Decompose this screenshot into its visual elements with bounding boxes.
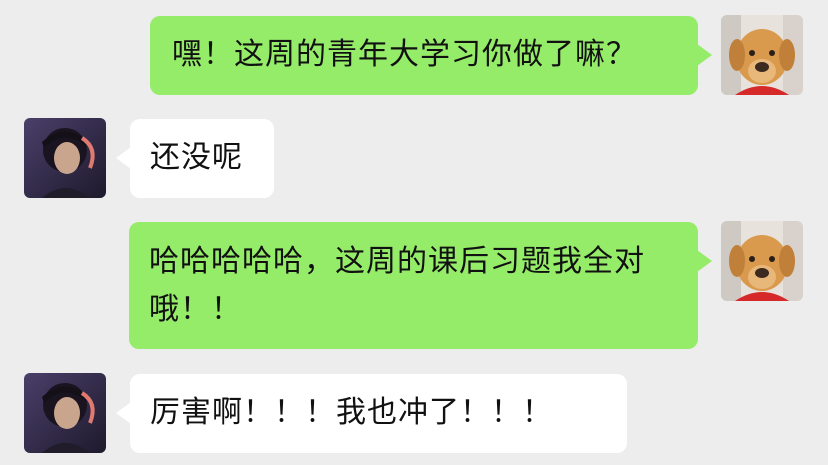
message-bubble-outgoing[interactable]: 哈哈哈哈哈，这周的课后习题我全对哦！！ [129, 222, 712, 349]
bubble-tail [116, 147, 131, 169]
message-text: 哈哈哈哈哈，这周的课后习题我全对哦！！ [149, 244, 645, 327]
message-text: 还没呢 [150, 140, 243, 175]
bubble-tail [697, 250, 712, 272]
message-bubble-outgoing[interactable]: 嘿！这周的青年大学习你做了嘛？ [150, 16, 712, 95]
dog-avatar-icon [721, 15, 803, 95]
girl-avatar[interactable] [24, 373, 106, 453]
dog-avatar[interactable] [721, 15, 803, 95]
dog-avatar-icon [721, 221, 803, 301]
girl-avatar[interactable] [24, 118, 106, 198]
girl-avatar-icon [24, 373, 106, 453]
message-text: 嘿！这周的青年大学习你做了嘛？ [172, 37, 637, 72]
bubble-tail [116, 402, 131, 424]
dog-avatar[interactable] [721, 221, 803, 301]
girl-avatar-icon [24, 118, 106, 198]
bubble-tail [697, 44, 712, 66]
message-text: 厉害啊！！！我也冲了！！！ [150, 395, 553, 430]
message-bubble-incoming[interactable]: 厉害啊！！！我也冲了！！！ [116, 374, 627, 453]
message-bubble-incoming[interactable]: 还没呢 [116, 119, 274, 198]
